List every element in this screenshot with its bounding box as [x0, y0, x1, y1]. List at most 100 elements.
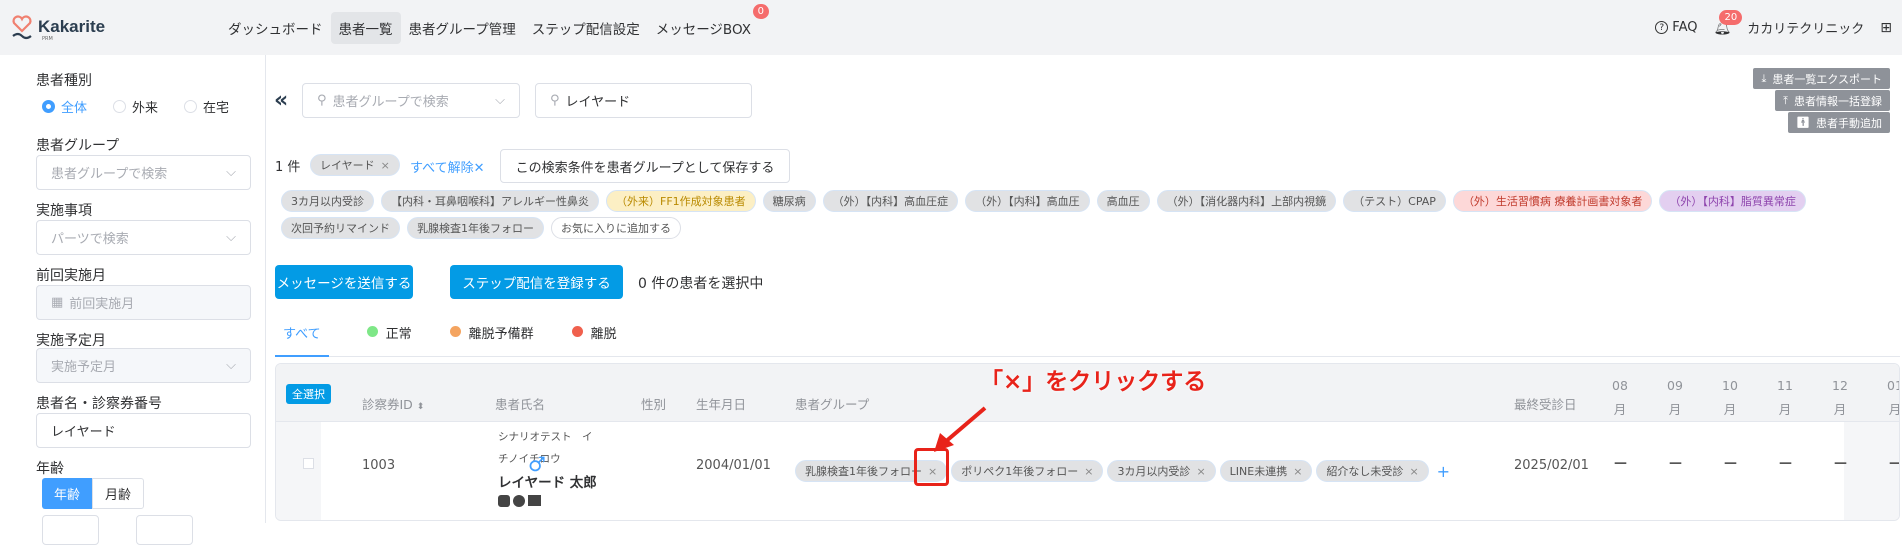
- group-tag[interactable]: お気に入りに追加する: [551, 217, 681, 239]
- line-icon[interactable]: [498, 495, 510, 507]
- patient-type-label: 患者種別: [36, 73, 92, 89]
- age-max-input[interactable]: [136, 515, 193, 545]
- row-checkbox[interactable]: [303, 458, 314, 469]
- group-tag[interactable]: （外）【内科】高血圧: [965, 190, 1090, 212]
- add-patient-button[interactable]: 🚹︎ 患者手動追加: [1788, 112, 1890, 133]
- month-unit: 月: [1613, 402, 1627, 417]
- age-toggle-months[interactable]: 月齢: [92, 478, 145, 509]
- tab-all[interactable]: すべて: [275, 323, 329, 357]
- nav-patient-list[interactable]: 患者一覧: [330, 12, 401, 44]
- group-tag[interactable]: 3カ月以内受診: [281, 190, 374, 212]
- remove-tag-close-icon[interactable]: ×: [1293, 465, 1302, 478]
- header-month: 12 月: [1832, 374, 1848, 422]
- group-tag: LINE未連携 ×: [1219, 460, 1313, 482]
- group-tag[interactable]: 乳腺検査1年後フォロー: [407, 217, 544, 239]
- patient-group-tags: 乳腺検査1年後フォロー × ポリペク1年後フォロー × 3カ月以内受診 × LINE未連携 ×…: [795, 460, 1450, 482]
- patient-name[interactable]: レイヤード 太郎: [498, 471, 597, 491]
- remove-tag-close-icon[interactable]: ×: [1084, 465, 1093, 478]
- patient-id: 1003: [362, 458, 396, 473]
- group-tag[interactable]: （外）生活習慣病 療養計画書対象者: [1452, 190, 1653, 212]
- patient-kana: シナリオテスト イ: [498, 431, 593, 443]
- group-tag[interactable]: 糖尿病: [762, 190, 816, 212]
- header-month: 01 月: [1887, 374, 1899, 422]
- group-tag[interactable]: （外）【内科】脂質異常症: [1659, 190, 1806, 212]
- name-label: 患者名・診察券番号: [36, 396, 162, 412]
- group-select[interactable]: 患者グループで検索 ⌵: [36, 155, 251, 190]
- annotation-text: 「×」をクリックする: [980, 369, 1207, 395]
- notification-button[interactable]: 🔔︎ 20: [1713, 9, 1743, 36]
- red-dot-icon: [571, 326, 583, 337]
- nav-step-delivery[interactable]: ステップ配信設定: [524, 12, 648, 44]
- month-visit-cell: —: [1779, 456, 1792, 471]
- month-number: 01: [1887, 378, 1899, 393]
- group-tag[interactable]: （外来）FF1作成対象患者: [606, 190, 756, 212]
- group-tag: ポリペク1年後フォロー ×: [951, 460, 1104, 482]
- calendar-icon: ▦: [51, 295, 64, 310]
- sort-icon: ⬍: [416, 402, 425, 412]
- active-filter-chip: レイヤード ×: [310, 154, 400, 176]
- chevron-down-icon: ⌵: [226, 358, 236, 373]
- month-visit-cell: —: [1669, 456, 1682, 471]
- save-as-group-button[interactable]: この検索条件を患者グループとして保存する: [500, 149, 790, 183]
- remove-tag-close-icon[interactable]: ×: [1409, 465, 1418, 478]
- header-id[interactable]: 診察券ID ⬍: [362, 394, 424, 413]
- patient-type-radios: 全体 外来 在宅: [42, 97, 229, 116]
- add-tag-plus-icon[interactable]: +: [1437, 462, 1450, 481]
- remove-tag-close-icon[interactable]: ×: [1196, 465, 1205, 478]
- plan-month-select[interactable]: 実施予定月 ⌵: [36, 348, 251, 383]
- group-tag[interactable]: 次回予約リマインド: [281, 217, 400, 239]
- group-tag-label: 乳腺検査1年後フォロー: [805, 465, 922, 478]
- mail-icon[interactable]: [528, 495, 541, 506]
- nav-message-box[interactable]: メッセージBOX 0: [648, 4, 769, 44]
- group-tag[interactable]: （外）【消化器内科】上部内視鏡: [1156, 190, 1337, 212]
- bulk-register-button[interactable]: ⤒ 患者情報一括登録: [1775, 90, 1890, 111]
- chevron-down-icon: ⌵: [226, 230, 236, 245]
- group-tag[interactable]: （テスト）CPAP: [1343, 190, 1446, 212]
- export-button[interactable]: ⤓ 患者一覧エクスポート: [1753, 68, 1890, 89]
- group-tag-label: LINE未連携: [1229, 465, 1288, 478]
- item-select[interactable]: パーツで検索 ⌵: [36, 220, 251, 255]
- upload-icon: ⤒: [1783, 93, 1788, 107]
- main-nav: ダッシュボード 患者一覧 患者グループ管理 ステップ配信設定 メッセージBOX 0: [220, 4, 769, 44]
- radio-outpatient[interactable]: 外来: [113, 97, 158, 116]
- nav-message-box-label: メッセージBOX: [655, 22, 751, 38]
- tab-churn-risk[interactable]: 離脱予備群: [449, 323, 534, 356]
- month-number: 09: [1667, 378, 1683, 393]
- tab-churned[interactable]: 離脱: [571, 323, 617, 356]
- month-number: 12: [1832, 378, 1848, 393]
- group-tag[interactable]: （外）【内科】高血圧症: [822, 190, 959, 212]
- faq-link[interactable]: ? FAQ: [1655, 20, 1697, 35]
- sms-icon[interactable]: [513, 495, 525, 507]
- person-icon: 🚹︎: [1796, 116, 1810, 129]
- register-step-button[interactable]: ステップ配信を登録する: [450, 265, 623, 299]
- group-tag[interactable]: 【内科・耳鼻咽喉科】アレルギー性鼻炎: [381, 190, 599, 212]
- logo[interactable]: Kakarite PRM: [10, 14, 105, 42]
- month-visit-cell: —: [1724, 456, 1737, 471]
- keyword-search-input[interactable]: ⚲ レイヤード: [535, 83, 752, 118]
- result-count: 1 件: [275, 160, 301, 175]
- radio-home[interactable]: 在宅: [184, 97, 229, 116]
- select-all-button[interactable]: 全選択: [286, 384, 331, 404]
- header-month: 11 月: [1777, 374, 1793, 422]
- last-month-picker[interactable]: ▦ 前回実施月: [36, 285, 251, 320]
- male-icon: ♂: [528, 452, 546, 476]
- nav-dashboard[interactable]: ダッシュボード: [220, 12, 331, 44]
- close-icon[interactable]: ×: [381, 159, 390, 172]
- age-min-input[interactable]: [42, 515, 99, 545]
- age-toggle-years[interactable]: 年齢: [42, 478, 93, 509]
- name-input[interactable]: レイヤード: [36, 413, 251, 448]
- group-search-select[interactable]: ⚲ 患者グループで検索 ⌵: [302, 83, 520, 118]
- clear-all-link[interactable]: すべて解除✕: [410, 157, 484, 176]
- send-message-button[interactable]: メッセージを送信する: [275, 265, 413, 299]
- clinic-name[interactable]: カカリテクリニック: [1747, 18, 1864, 37]
- nav-patient-groups[interactable]: 患者グループ管理: [401, 12, 524, 44]
- grid-menu-icon[interactable]: ⊞: [1880, 20, 1892, 36]
- tab-normal[interactable]: 正常: [366, 323, 412, 356]
- group-tag: 3カ月以内受診 ×: [1107, 460, 1216, 482]
- group-tag[interactable]: 高血圧: [1096, 190, 1150, 212]
- collapse-sidebar-icon[interactable]: «: [274, 88, 288, 113]
- radio-all[interactable]: 全体: [42, 97, 87, 116]
- month-number: 11: [1777, 378, 1793, 393]
- month-unit: 月: [1833, 402, 1847, 417]
- help-icon: ?: [1655, 21, 1669, 34]
